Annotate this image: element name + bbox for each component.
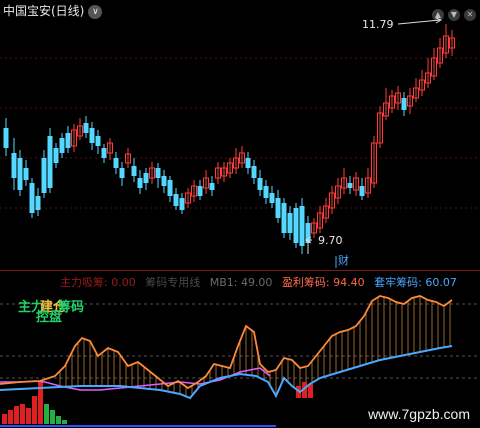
watermark: www.7gpzb.com xyxy=(368,406,470,422)
candlestick-chart[interactable]: 11.79 9.70 财 xyxy=(0,18,480,270)
low-marker: 财 xyxy=(338,253,349,267)
low-price-label: 9.70 xyxy=(318,234,343,247)
high-price-label: 11.79 xyxy=(362,18,394,31)
window-title-text: 中国宝安(日线) xyxy=(3,4,85,18)
legend-line-1: 控盘 xyxy=(36,310,63,325)
chevron-down-icon[interactable]: ∨ xyxy=(88,4,103,19)
high-annotation: 11.79 xyxy=(362,18,443,31)
panel-separator xyxy=(0,270,480,271)
window-title: 中国宝安(日线) ∨ xyxy=(3,2,103,19)
low-annotation: 9.70 财 xyxy=(305,234,349,268)
